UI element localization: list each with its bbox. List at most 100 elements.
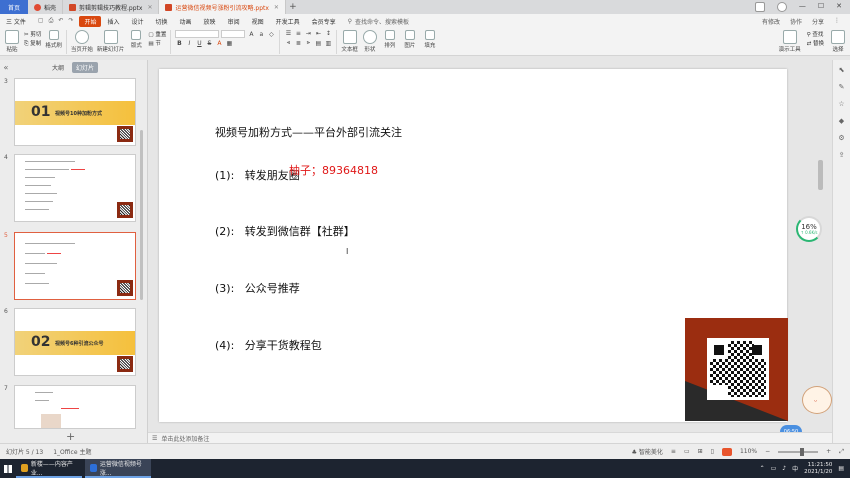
shape-button[interactable]: 形状 (362, 30, 378, 53)
slide-thumbnail[interactable]: 02 视频号6种引流公众号 (14, 308, 136, 376)
reading-view-icon[interactable]: ▯ (711, 448, 714, 455)
columns-icon[interactable]: ▥ (324, 40, 332, 47)
replace-button[interactable]: ⇄ 替换 (807, 39, 824, 47)
play-slideshow-button[interactable] (721, 447, 732, 456)
menu-member[interactable]: 会员专享 (306, 17, 342, 26)
menu-view[interactable]: 视图 (246, 17, 270, 26)
menu-design[interactable]: 设计 (126, 17, 150, 26)
underline-button[interactable]: U (195, 40, 203, 47)
slide-title[interactable]: 视频号加粉方式——平台外部引流关注 (215, 124, 402, 140)
format-painter-button[interactable]: 格式刷 (45, 30, 62, 49)
grow-font-icon[interactable]: A (247, 31, 255, 38)
select-button[interactable]: 选择 (830, 30, 846, 53)
qr-code-block[interactable] (685, 318, 788, 421)
align-right-icon[interactable]: ⫸ (304, 39, 312, 47)
menu-file[interactable]: 三 文件 (0, 17, 32, 26)
bullets-icon[interactable]: ☰ (284, 30, 292, 37)
list-item[interactable]: (2): 转发到微信群【社群】 (215, 223, 355, 239)
find-button[interactable]: ⚲ 查找 (807, 30, 824, 38)
clock[interactable]: 11:21:50 2021/1/20 (804, 462, 832, 475)
new-slide-button[interactable]: 新建幻灯片 (97, 30, 124, 53)
notes-placeholder[interactable]: 单击此处添加备注 (161, 434, 209, 443)
redo-icon[interactable]: ↷ (68, 17, 73, 25)
vertical-scrollbar[interactable] (818, 160, 823, 190)
tab-docer[interactable]: 稻壳 (28, 0, 64, 14)
section-button[interactable]: ▤ 节 (148, 39, 166, 47)
minimize-icon[interactable]: — (799, 2, 806, 12)
play-from-current-button[interactable]: 当页开始 (71, 30, 93, 53)
maximize-icon[interactable]: ☐ (818, 2, 824, 12)
menu-insert[interactable]: 插入 (101, 17, 125, 26)
menu-start[interactable]: 开始 (79, 15, 102, 27)
home-tab[interactable]: 首页 (0, 0, 28, 14)
menu-review[interactable]: 审阅 (222, 17, 246, 26)
slide-thumbnail[interactable] (14, 154, 136, 222)
animation-icon[interactable]: ☆ (838, 100, 844, 108)
shrink-font-icon[interactable]: a (257, 31, 265, 38)
design-icon[interactable]: ✎ (839, 83, 845, 91)
italic-button[interactable]: I (185, 40, 193, 47)
add-slide-button[interactable]: + (66, 430, 75, 443)
slide-thumb-row-selected[interactable]: 5 (4, 232, 136, 300)
assistant-mascot[interactable]: ᵕ (790, 382, 842, 424)
tray-expand-icon[interactable]: ⌃ (760, 465, 765, 472)
outdent-icon[interactable]: ⇤ (314, 30, 322, 37)
ime-icon[interactable]: 中 (792, 464, 798, 473)
start-button[interactable] (0, 459, 16, 478)
slide-thumb-row[interactable]: 6 02 视频号6种引流公众号 (4, 308, 136, 376)
font-color-icon[interactable]: A (215, 40, 223, 47)
modified-button[interactable]: 有修改 (762, 17, 780, 26)
normal-view-icon[interactable]: ▭ (684, 448, 690, 455)
command-search[interactable]: ⚲ 查找命令、搜索模板 (342, 17, 415, 26)
undo-icon[interactable]: ↶ (58, 17, 63, 25)
share-button[interactable]: 分享 (812, 17, 824, 26)
close-icon[interactable]: ✕ (147, 4, 152, 11)
new-tab-button[interactable]: + (286, 2, 300, 12)
zoom-in-icon[interactable]: + (826, 448, 831, 455)
picture-button[interactable]: 图片 (402, 30, 418, 49)
slide-thumb-row[interactable]: 3 01 视频号10种加粉方式 (4, 78, 136, 146)
arrange-button[interactable]: 排列 (382, 30, 398, 49)
zoom-level[interactable]: 110% (740, 448, 757, 455)
tab-outline[interactable]: 大纲 (52, 63, 64, 72)
tab-slides[interactable]: 幻灯片 (72, 61, 99, 73)
fill-button[interactable]: 填充 (422, 30, 438, 49)
cut-button[interactable]: ✂ 剪切 (24, 30, 41, 38)
menu-slideshow[interactable]: 放映 (198, 17, 222, 26)
settings-icon[interactable]: ⚙ (838, 134, 844, 142)
copy-button[interactable]: ⎘ 复制 (24, 39, 41, 48)
smart-beautify-button[interactable]: ♣ 智能美化 (632, 447, 663, 456)
save-icon[interactable]: ▢ (38, 17, 44, 25)
cursor-icon[interactable]: ⬉ (839, 66, 845, 74)
layout-button[interactable]: 版式 (128, 30, 144, 49)
align-left-icon[interactable]: ⫷ (284, 39, 292, 47)
slide-thumb-row[interactable]: 7 (4, 385, 136, 429)
network-icon[interactable]: ▭ (771, 465, 777, 472)
textbox-button[interactable]: 文本框 (341, 30, 358, 53)
align-center-icon[interactable]: ≣ (294, 40, 302, 47)
slide-thumbnail[interactable]: 01 视频号10种加粉方式 (14, 78, 136, 146)
line-spacing-icon[interactable]: ↕ (324, 30, 332, 37)
strike-button[interactable]: S (205, 40, 213, 47)
tab-document-active[interactable]: 运营微信视频号涨粉引流攻略.pptx ✕ (159, 0, 286, 14)
close-window-icon[interactable]: ✕ (836, 2, 842, 12)
layout-icon[interactable] (754, 2, 765, 12)
list-item[interactable]: (3): 公众号推荐 (215, 280, 300, 296)
highlight-icon[interactable]: ▦ (225, 40, 233, 47)
notes-toggle-icon[interactable]: ≡ (671, 448, 676, 455)
justify-icon[interactable]: ▤ (314, 40, 322, 47)
taskbar-item[interactable]: 新楼——内容产业... (16, 459, 82, 478)
paste-button[interactable]: 粘贴 (4, 30, 20, 53)
panel-scrollbar[interactable] (140, 130, 143, 300)
tab-document[interactable]: 剪辑剪辑技巧教程.pptx ✕ (63, 0, 160, 14)
menu-transition[interactable]: 切换 (150, 17, 174, 26)
font-family-select[interactable] (175, 30, 220, 38)
reset-button[interactable]: ▢ 重置 (148, 30, 166, 38)
more-icon[interactable]: ⋮ (834, 17, 840, 26)
fit-icon[interactable]: ⤢ (839, 448, 844, 456)
taskbar-item-active[interactable]: 运营微信视频号涨... (85, 459, 151, 478)
indent-icon[interactable]: ⇥ (304, 30, 312, 37)
bold-button[interactable]: B (175, 40, 183, 47)
print-icon[interactable]: ⎙ (49, 17, 54, 25)
font-size-select[interactable] (221, 30, 246, 38)
